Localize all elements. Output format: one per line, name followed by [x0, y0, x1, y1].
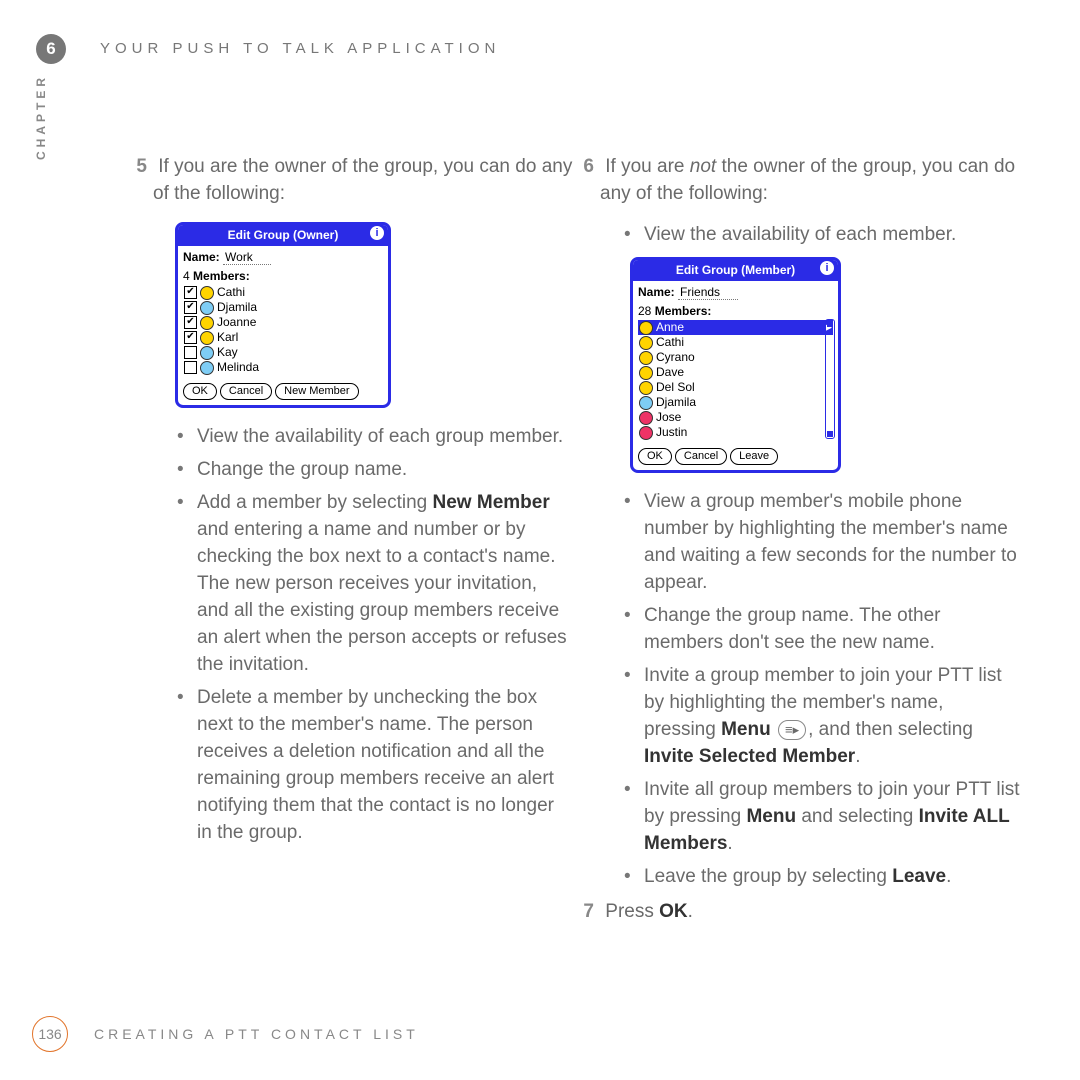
- members-label: 28 Members:: [638, 303, 833, 320]
- name-label: Name:: [638, 285, 675, 299]
- list-item: ✔Cathi: [183, 285, 383, 300]
- status-dnd-icon: [639, 426, 653, 440]
- list-item: Jose: [638, 410, 833, 425]
- member-bullets-2: View a group member's mobile phone numbe…: [600, 489, 1020, 891]
- status-unavailable-icon: [639, 396, 653, 410]
- checkbox-checked-icon: ✔: [184, 286, 197, 299]
- status-dnd-icon: [639, 411, 653, 425]
- list-item: Justin: [638, 425, 833, 440]
- page-number: 136: [32, 1016, 68, 1052]
- list-item: ✔Joanne: [183, 315, 383, 330]
- checkbox-checked-icon: ✔: [184, 301, 197, 314]
- list-item: ✔Djamila: [183, 300, 383, 315]
- chapter-number-badge: 6: [36, 34, 66, 64]
- checkbox-checked-icon: ✔: [184, 316, 197, 329]
- menu-key-icon: ≡▸: [778, 720, 806, 740]
- status-available-icon: [639, 381, 653, 395]
- footer-section-title: CREATING A PTT CONTACT LIST: [94, 1026, 419, 1042]
- member-list: ✔Cathi ✔Djamila ✔Joanne ✔Karl Kay Melind…: [183, 285, 383, 375]
- scrollbar-icon: [825, 319, 835, 439]
- step-number: 6: [572, 154, 594, 181]
- ok-button: OK: [183, 383, 217, 400]
- group-name-value: Friends: [678, 285, 738, 300]
- step-number: 7: [572, 899, 594, 926]
- bullet-item: Change the group name. The other members…: [644, 603, 1020, 657]
- bullet-item: Delete a member by unchecking the box ne…: [197, 685, 573, 847]
- list-item: Djamila: [638, 395, 833, 410]
- new-member-button: New Member: [275, 383, 358, 400]
- left-column: 5 If you are the owner of the group, you…: [153, 154, 573, 855]
- group-name-value: Work: [223, 250, 271, 265]
- bullet-item: Leave the group by selecting Leave.: [644, 864, 1020, 891]
- members-label: 4 Members:: [183, 268, 383, 285]
- member-bullets: View the availability of each member.: [600, 222, 1020, 249]
- chapter-title: YOUR PUSH TO TALK APPLICATION: [100, 40, 500, 57]
- right-column: 6 If you are not the owner of the group,…: [600, 154, 1020, 926]
- list-item-selected: Anne: [638, 320, 833, 335]
- list-item: Dave: [638, 365, 833, 380]
- status-available-icon: [200, 286, 214, 300]
- status-unavailable-icon: [200, 361, 214, 375]
- status-available-icon: [200, 331, 214, 345]
- owner-bullets: View the availability of each group memb…: [153, 424, 573, 847]
- bullet-item: Add a member by selecting New Member and…: [197, 490, 573, 679]
- status-available-icon: [639, 366, 653, 380]
- list-item: Del Sol: [638, 380, 833, 395]
- bullet-item: View a group member's mobile phone numbe…: [644, 489, 1020, 597]
- ok-button: OK: [638, 448, 672, 465]
- list-item: Cathi: [638, 335, 833, 350]
- checkbox-unchecked-icon: [184, 346, 197, 359]
- status-available-icon: [639, 336, 653, 350]
- step-number: 5: [125, 154, 147, 181]
- bullet-item: View the availability of each member.: [644, 222, 1020, 249]
- checkbox-unchecked-icon: [184, 361, 197, 374]
- edit-group-member-screenshot: Edit Group (Member) i Name: Friends 28 M…: [630, 257, 841, 473]
- status-available-icon: [639, 321, 653, 335]
- chapter-side-label: CHAPTER: [34, 74, 48, 160]
- step-5-text: If you are the owner of the group, you c…: [153, 156, 572, 204]
- cancel-button: Cancel: [220, 383, 272, 400]
- bullet-item: Invite a group member to join your PTT l…: [644, 663, 1020, 771]
- list-item: Melinda: [183, 360, 383, 375]
- list-item: Cyrano: [638, 350, 833, 365]
- edit-group-owner-screenshot: Edit Group (Owner) i Name: Work 4 Member…: [175, 222, 391, 408]
- palm-title: Edit Group (Member) i: [633, 260, 838, 281]
- palm-title: Edit Group (Owner) i: [178, 225, 388, 246]
- list-item: Kay: [183, 345, 383, 360]
- checkbox-checked-icon: ✔: [184, 331, 197, 344]
- status-unavailable-icon: [200, 346, 214, 360]
- info-icon: i: [820, 261, 834, 275]
- cancel-button: Cancel: [675, 448, 727, 465]
- list-item: ✔Karl: [183, 330, 383, 345]
- status-available-icon: [639, 351, 653, 365]
- step-5-intro: 5 If you are the owner of the group, you…: [153, 154, 573, 208]
- info-icon: i: [370, 226, 384, 240]
- status-available-icon: [200, 316, 214, 330]
- member-list: Anne Cathi Cyrano Dave Del Sol Djamila J…: [638, 320, 833, 440]
- leave-button: Leave: [730, 448, 778, 465]
- status-unavailable-icon: [200, 301, 214, 315]
- bullet-item: Change the group name.: [197, 457, 573, 484]
- step-6-intro: 6 If you are not the owner of the group,…: [600, 154, 1020, 208]
- bullet-item: Invite all group members to join your PT…: [644, 777, 1020, 858]
- step-7: 7 Press OK.: [600, 899, 1020, 926]
- name-label: Name:: [183, 250, 220, 264]
- bullet-item: View the availability of each group memb…: [197, 424, 573, 451]
